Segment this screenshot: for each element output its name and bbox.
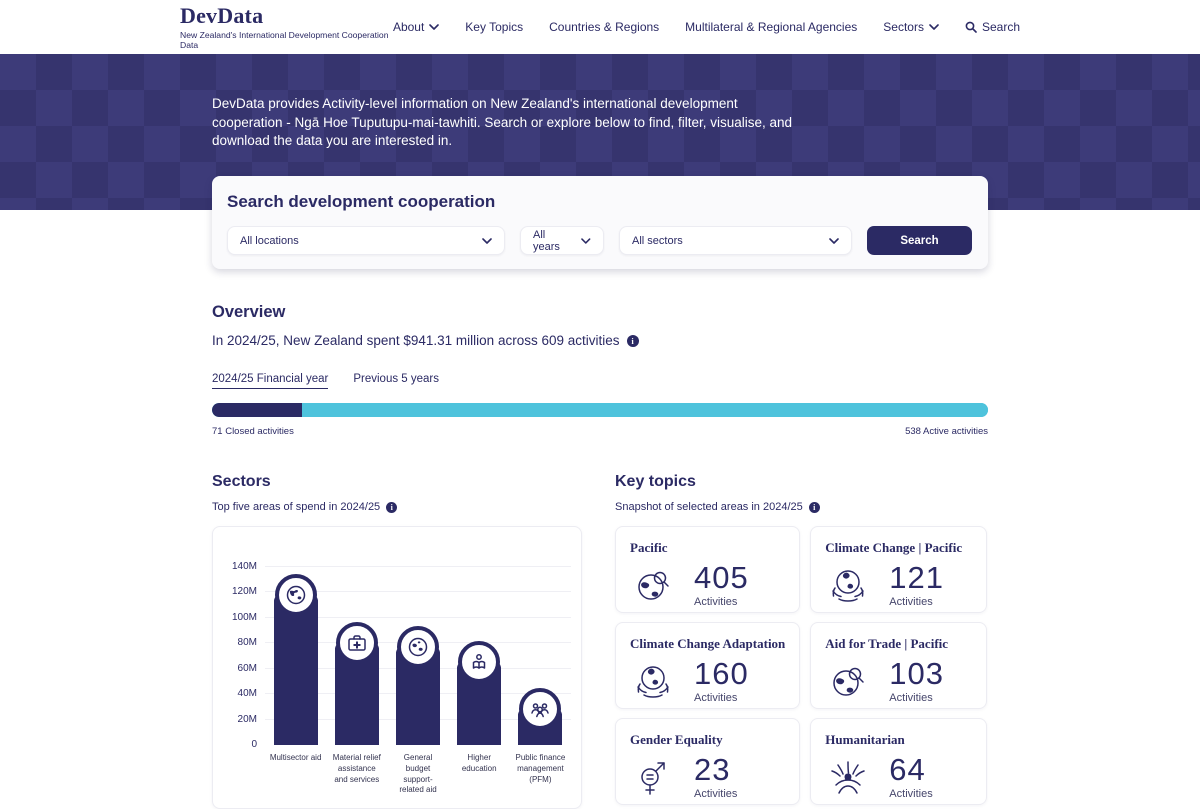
active-activities-label: 538 Active activities	[905, 426, 988, 437]
closed-activities-segment	[212, 403, 302, 417]
tab-financial-year[interactable]: 2024/25 Financial year	[212, 373, 328, 389]
x-label: Public finance management (PFM)	[510, 753, 571, 796]
closed-activities-label: 71 Closed activities	[212, 426, 294, 437]
chevron-down-icon	[482, 238, 492, 244]
sectors-section: Sectors Top five areas of spend in 2024/…	[212, 473, 582, 809]
nav-item-search[interactable]: Search	[965, 20, 1020, 34]
chevron-down-icon	[829, 238, 839, 244]
locations-select[interactable]: All locations	[227, 226, 505, 255]
overview-tabs: 2024/25 Financial year Previous 5 years	[212, 373, 988, 389]
topic-count-label: Activities	[889, 788, 932, 800]
x-label: General budget support-related aid	[387, 753, 448, 796]
sectors-bar-chart: 020M40M60M80M100M120M140M Multisector ai…	[212, 526, 582, 809]
search-button[interactable]: Search	[867, 226, 972, 255]
sectors-title: Sectors	[212, 473, 582, 491]
chart-bars	[265, 567, 571, 745]
topic-count: 64	[889, 754, 932, 785]
topic-count-label: Activities	[694, 692, 749, 704]
topic-count-label: Activities	[694, 788, 737, 800]
nav-item-countries-regions[interactable]: Countries & Regions	[549, 20, 659, 34]
people-icon	[528, 697, 552, 721]
topic-card-humanitarian[interactable]: Humanitarian 64 Activities	[810, 718, 987, 805]
y-tick-label: 140M	[219, 561, 257, 572]
tab-previous-5-years[interactable]: Previous 5 years	[353, 373, 439, 389]
y-tick-label: 100M	[219, 612, 257, 623]
topic-card-climate-change-adaptation[interactable]: Climate Change Adaptation 160 Activities	[615, 622, 800, 709]
y-tick-label: 120M	[219, 586, 257, 597]
globe-icon	[284, 583, 308, 607]
chart-x-labels: Multisector aid Material relief assistan…	[265, 753, 571, 796]
topic-count: 121	[889, 562, 944, 593]
chart-plot: 020M40M60M80M100M120M140M	[265, 567, 571, 745]
y-tick-label: 40M	[219, 688, 257, 699]
hands-together-icon	[825, 754, 871, 800]
bar-multisector-aid	[274, 595, 318, 745]
topic-count: 405	[694, 562, 749, 593]
medical-kit-icon	[345, 631, 369, 655]
main-nav: About Key Topics Countries & Regions Mul…	[393, 20, 1020, 34]
nav-item-about[interactable]: About	[393, 20, 439, 34]
overview-title: Overview	[212, 303, 988, 322]
bar-general-budget-support	[396, 647, 440, 745]
topic-count: 160	[694, 658, 749, 689]
chevron-down-icon	[929, 24, 939, 30]
y-tick-label: 80M	[219, 637, 257, 648]
search-panel: Search development cooperation All locat…	[212, 176, 988, 269]
topic-count: 23	[694, 754, 737, 785]
x-label: Higher education	[449, 753, 510, 796]
education-icon	[467, 650, 491, 674]
topic-count: 103	[889, 658, 944, 689]
nav-item-sectors[interactable]: Sectors	[883, 20, 939, 34]
sectors-select[interactable]: All sectors	[619, 226, 852, 255]
topic-count-label: Activities	[694, 596, 749, 608]
bar-public-finance-management	[518, 709, 562, 745]
key-topics-title: Key topics	[615, 473, 987, 491]
chevron-down-icon	[581, 238, 591, 244]
logo[interactable]: DevData New Zealand's International Deve…	[180, 4, 393, 49]
gender-equality-icon	[630, 754, 676, 800]
globe-search-icon	[630, 562, 676, 608]
topic-card-gender-equality[interactable]: Gender Equality 23 Activities	[615, 718, 800, 805]
globe-search-icon	[825, 658, 871, 704]
sectors-subtitle: Top five areas of spend in 2024/25	[212, 501, 380, 513]
logo-title: DevData	[180, 4, 393, 28]
topic-card-pacific[interactable]: Pacific 405 Activities	[615, 526, 800, 613]
search-icon	[965, 21, 977, 33]
overview-summary: In 2024/25, New Zealand spent $941.31 mi…	[212, 333, 620, 348]
x-label: Multisector aid	[265, 753, 326, 796]
nav-item-key-topics[interactable]: Key Topics	[465, 20, 523, 34]
overview-section: Overview In 2024/25, New Zealand spent $…	[212, 303, 988, 437]
key-topics-subtitle: Snapshot of selected areas in 2024/25	[615, 501, 803, 513]
active-activities-segment	[302, 403, 988, 417]
bar-material-relief	[335, 643, 379, 745]
header: DevData New Zealand's International Deve…	[0, 0, 1200, 54]
hero-text: DevData provides Activity-level informat…	[212, 95, 804, 151]
globe-icon	[406, 635, 430, 659]
logo-tagline: New Zealand's International Development …	[180, 30, 393, 50]
info-icon[interactable]	[809, 502, 820, 513]
y-tick-label: 20M	[219, 714, 257, 725]
chevron-down-icon	[429, 24, 439, 30]
info-icon[interactable]	[386, 502, 397, 513]
topic-card-climate-change-pacific[interactable]: Climate Change | Pacific 121 Activities	[810, 526, 987, 613]
y-tick-label: 60M	[219, 663, 257, 674]
key-topics-section: Key topics Snapshot of selected areas in…	[615, 473, 987, 805]
search-panel-title: Search development cooperation	[227, 192, 972, 212]
activities-progress-bar	[212, 403, 988, 417]
bar-higher-education	[457, 662, 501, 745]
globe-hands-icon	[630, 658, 676, 704]
topic-count-label: Activities	[889, 596, 944, 608]
globe-hands-icon	[825, 562, 871, 608]
topic-count-label: Activities	[889, 692, 944, 704]
topic-card-aid-for-trade-pacific[interactable]: Aid for Trade | Pacific 103 Activities	[810, 622, 987, 709]
years-select[interactable]: All years	[520, 226, 604, 255]
info-icon[interactable]	[627, 335, 639, 347]
x-label: Material relief assistance and services	[326, 753, 387, 796]
nav-item-multilateral-agencies[interactable]: Multilateral & Regional Agencies	[685, 20, 857, 34]
y-tick-label: 0	[219, 739, 257, 750]
key-topics-grid: Pacific 405 Activities Climate Change | …	[615, 526, 987, 805]
